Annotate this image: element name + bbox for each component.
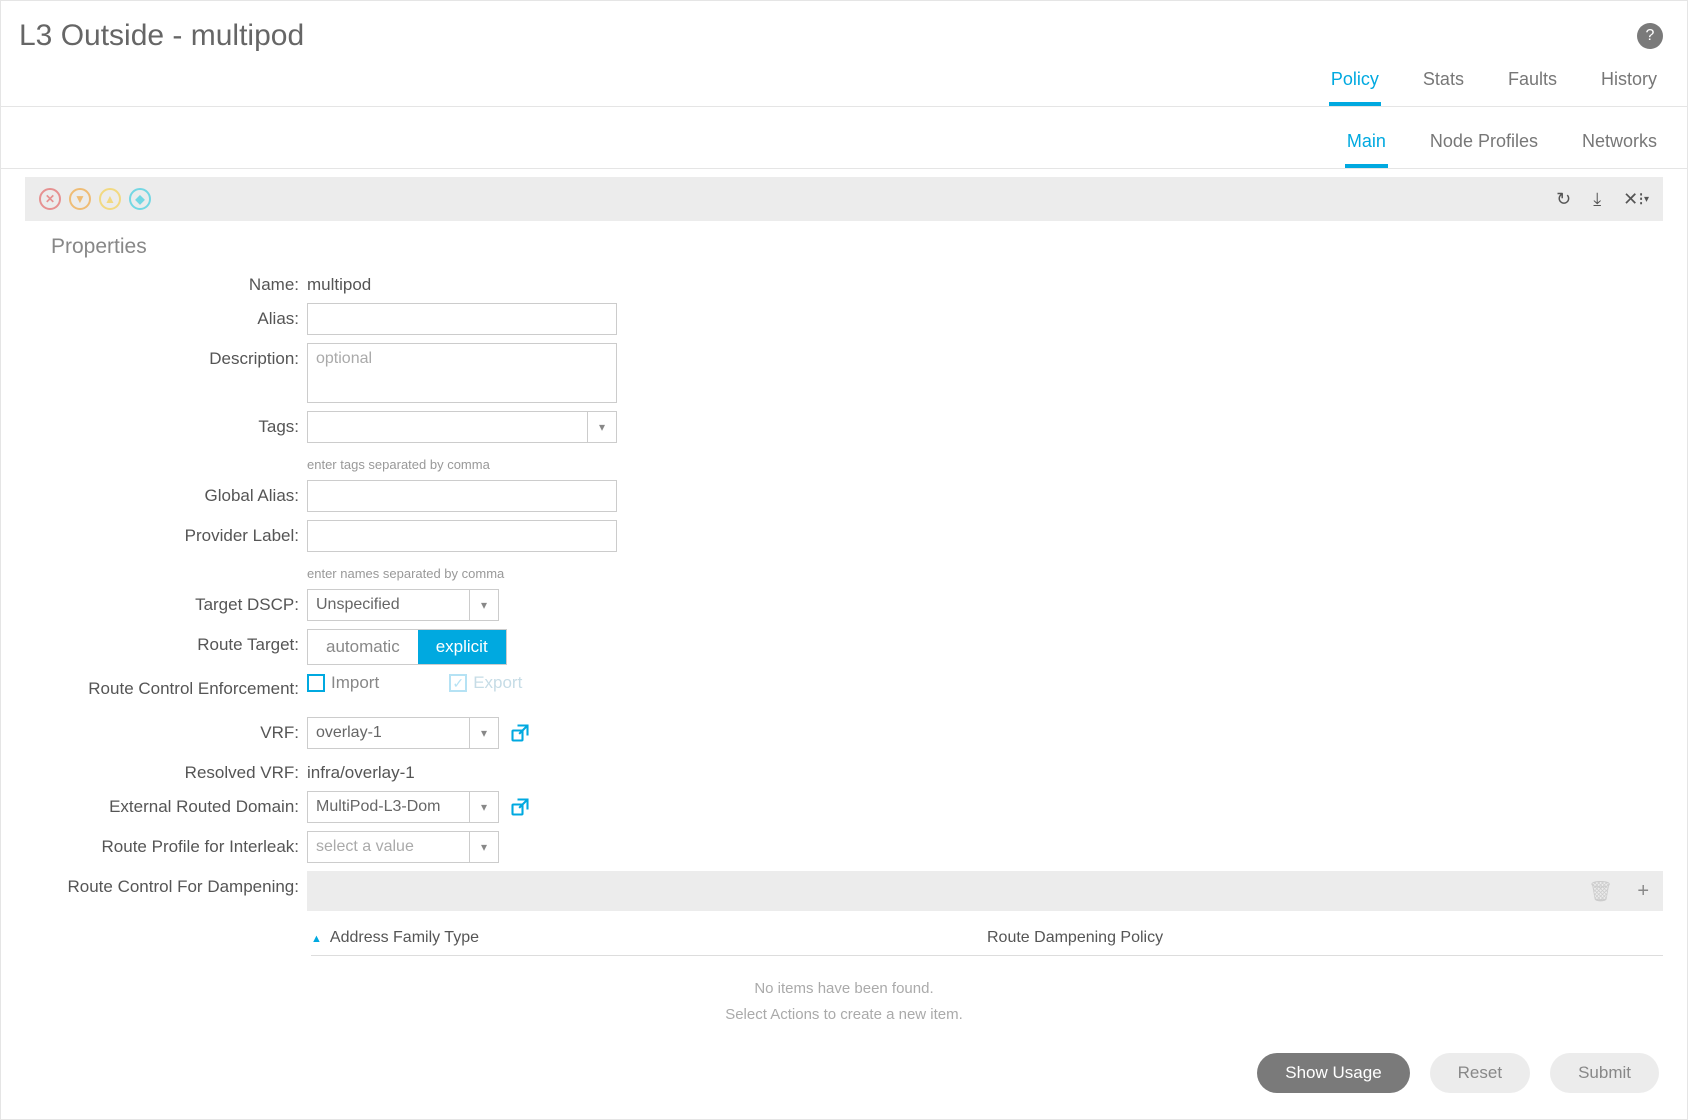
page-title: L3 Outside - multipod: [19, 19, 304, 53]
refresh-icon[interactable]: ↻: [1556, 189, 1571, 210]
download-icon[interactable]: ⤓: [1593, 189, 1601, 210]
tags-label: Tags:: [1, 411, 307, 437]
interleak-select[interactable]: [307, 831, 469, 863]
target-dscp-dropdown-icon[interactable]: ▾: [469, 589, 499, 621]
tags-input[interactable]: [307, 411, 587, 443]
name-value: multipod: [307, 269, 371, 295]
tab-node-profiles[interactable]: Node Profiles: [1428, 127, 1540, 168]
tools-icon[interactable]: ✕⁝▾: [1623, 189, 1649, 210]
global-alias-label: Global Alias:: [1, 480, 307, 506]
route-target-automatic[interactable]: automatic: [308, 630, 418, 664]
vrf-dropdown-icon[interactable]: ▾: [469, 717, 499, 749]
tab-main[interactable]: Main: [1345, 127, 1388, 168]
alias-input[interactable]: [307, 303, 617, 335]
sort-asc-icon[interactable]: ▲: [311, 933, 322, 945]
interleak-label: Route Profile for Interleak:: [1, 831, 307, 857]
empty-line-1: No items have been found.: [1, 976, 1687, 1002]
reset-button[interactable]: Reset: [1430, 1053, 1530, 1093]
empty-line-2: Select Actions to create a new item.: [1, 1002, 1687, 1028]
vrf-label: VRF:: [1, 717, 307, 743]
fault-critical-icon[interactable]: ✕: [39, 188, 61, 210]
alias-label: Alias:: [1, 303, 307, 329]
rce-import-checkbox[interactable]: Import: [307, 673, 379, 693]
rce-export-checkbox: Export: [449, 673, 522, 693]
help-icon[interactable]: ?: [1637, 23, 1663, 49]
resolved-vrf-label: Resolved VRF:: [1, 757, 307, 783]
dampening-table-header: ▲ Address Family Type Route Dampening Pol…: [311, 919, 1663, 956]
tags-dropdown-icon[interactable]: ▾: [587, 411, 617, 443]
description-textarea[interactable]: [307, 343, 617, 403]
dampening-add-icon[interactable]: +: [1637, 880, 1649, 903]
dampening-label: Route Control For Dampening:: [1, 871, 307, 897]
tabs-primary: Policy Stats Faults History: [1, 53, 1687, 107]
col-dampening-policy[interactable]: Route Dampening Policy: [987, 929, 1163, 946]
submit-button[interactable]: Submit: [1550, 1053, 1659, 1093]
provider-label-label: Provider Label:: [1, 520, 307, 546]
section-properties: Properties: [1, 221, 1687, 259]
route-target-group: automatic explicit: [307, 629, 507, 665]
target-dscp-label: Target DSCP:: [1, 589, 307, 615]
fault-info-icon[interactable]: ◆: [129, 188, 151, 210]
route-target-explicit[interactable]: explicit: [418, 630, 506, 664]
global-alias-input[interactable]: [307, 480, 617, 512]
tags-hint: enter tags separated by comma: [307, 457, 490, 472]
description-label: Description:: [1, 343, 307, 369]
dampening-delete-icon[interactable]: 🗑: [1588, 879, 1613, 904]
toolbar: ✕ ▼ ▲ ◆ ↻ ⤓ ✕⁝▾: [25, 177, 1663, 221]
tabs-secondary: Main Node Profiles Networks: [1, 107, 1687, 169]
interleak-dropdown-icon[interactable]: ▾: [469, 831, 499, 863]
show-usage-button[interactable]: Show Usage: [1257, 1053, 1409, 1093]
resolved-vrf-value: infra/overlay-1: [307, 757, 415, 783]
rce-import-text: Import: [331, 673, 379, 693]
rce-export-text: Export: [473, 673, 522, 693]
tab-networks[interactable]: Networks: [1580, 127, 1659, 168]
tab-faults[interactable]: Faults: [1506, 65, 1559, 106]
tab-policy[interactable]: Policy: [1329, 65, 1381, 106]
col-address-family[interactable]: Address Family Type: [330, 929, 479, 946]
target-dscp-select[interactable]: [307, 589, 469, 621]
ext-domain-select[interactable]: [307, 791, 469, 823]
provider-label-hint: enter names separated by comma: [307, 566, 504, 581]
tab-history[interactable]: History: [1599, 65, 1659, 106]
vrf-open-link-icon[interactable]: [509, 722, 531, 744]
ext-domain-open-link-icon[interactable]: [509, 796, 531, 818]
route-target-label: Route Target:: [1, 629, 307, 655]
ext-domain-dropdown-icon[interactable]: ▾: [469, 791, 499, 823]
fault-minor-icon[interactable]: ▲: [99, 188, 121, 210]
provider-label-input[interactable]: [307, 520, 617, 552]
tab-stats[interactable]: Stats: [1421, 65, 1466, 106]
dampening-empty-message: No items have been found. Select Actions…: [1, 956, 1687, 1047]
fault-major-icon[interactable]: ▼: [69, 188, 91, 210]
ext-domain-label: External Routed Domain:: [1, 791, 307, 817]
vrf-select[interactable]: [307, 717, 469, 749]
name-label: Name:: [1, 269, 307, 295]
rce-label: Route Control Enforcement:: [1, 673, 307, 699]
